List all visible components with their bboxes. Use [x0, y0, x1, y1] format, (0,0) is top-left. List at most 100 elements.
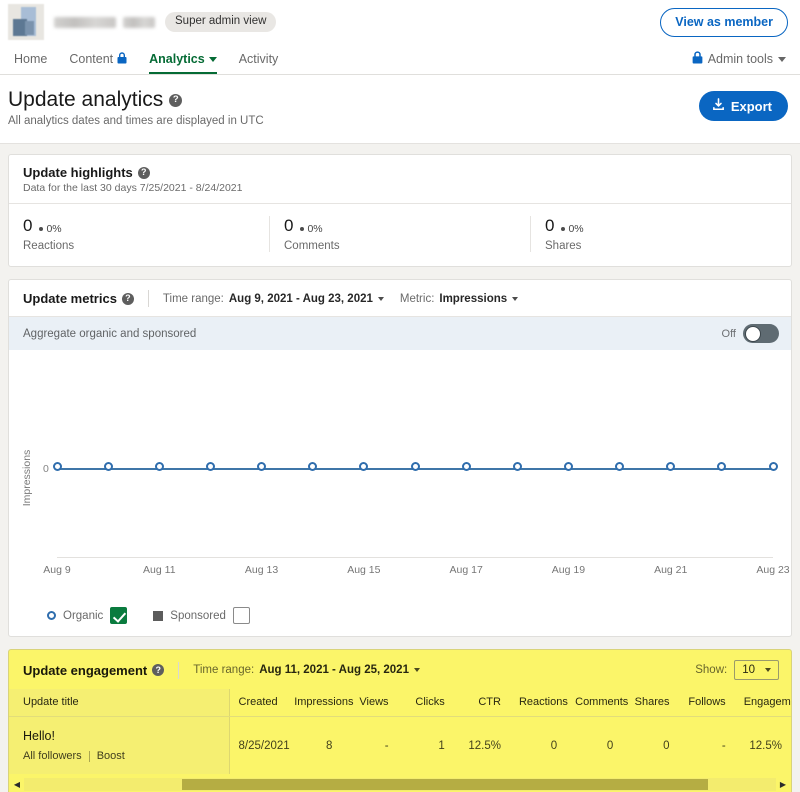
- update-metrics-title-text: Update metrics: [23, 291, 117, 307]
- delta-dot-icon: [300, 227, 305, 232]
- highlights-help-icon[interactable]: ?: [137, 166, 150, 179]
- chart-point[interactable]: [103, 462, 113, 472]
- engagement-table-head: Update title Created Impressions Views C…: [9, 689, 791, 718]
- nav-item-content[interactable]: Content: [58, 44, 138, 74]
- cell-reactions: 0: [550, 739, 558, 752]
- divider: [147, 290, 149, 308]
- organization-name[interactable]: [54, 16, 155, 28]
- chart-point[interactable]: [52, 462, 62, 472]
- column-header-clicks[interactable]: Clicks: [397, 689, 454, 718]
- engagement-header-row: Update title Created Impressions Views C…: [9, 689, 791, 718]
- time-range-value: Aug 9, 2021 - Aug 23, 2021: [228, 292, 373, 305]
- chart-point[interactable]: [410, 462, 420, 472]
- table-row[interactable]: Hello! All followers Boost 8/25/2021 8 -…: [9, 716, 791, 775]
- view-as-member-button[interactable]: View as member: [660, 7, 788, 37]
- scroll-right-arrow-icon[interactable]: ▶: [776, 778, 790, 791]
- stat-reactions: 0 0% Reactions: [9, 216, 269, 252]
- scrollbar-track[interactable]: [24, 777, 776, 791]
- audience-link[interactable]: All followers: [23, 750, 82, 762]
- column-header-engagement-rate[interactable]: Engagement rate: [734, 689, 791, 718]
- organic-checkbox[interactable]: [110, 607, 128, 625]
- chart-point[interactable]: [461, 462, 471, 472]
- metrics-help-icon[interactable]: ?: [121, 292, 134, 305]
- stat-shares: 0 0% Shares: [530, 216, 791, 253]
- chart-x-tick: Aug 11: [143, 564, 176, 577]
- engagement-table: Update title Created Impressions Views C…: [9, 689, 791, 775]
- admin-tools-label: Admin tools: [707, 52, 773, 66]
- cell-comments: 0: [606, 739, 614, 752]
- column-header-update-title[interactable]: Update title: [9, 689, 230, 718]
- super-admin-view-badge: Super admin view: [165, 12, 277, 32]
- page-body: Update highlights ? Data for the last 30…: [0, 144, 800, 792]
- delta-dot-icon: [39, 227, 44, 232]
- sponsored-checkbox[interactable]: [232, 607, 250, 625]
- boost-link[interactable]: Boost: [97, 750, 125, 762]
- nav-item-activity-label: Activity: [238, 52, 279, 66]
- column-header-follows[interactable]: Follows: [678, 689, 735, 718]
- engagement-time-range-value: Aug 11, 2021 - Aug 25, 2021: [259, 664, 409, 677]
- engagement-horizontal-scrollbar[interactable]: ◀ ▶: [9, 777, 791, 791]
- column-header-ctr[interactable]: CTR: [453, 689, 510, 718]
- export-button-label: Export: [730, 98, 772, 114]
- admin-tools-menu[interactable]: Admin tools: [692, 44, 788, 74]
- page-title: Update analytics ?: [8, 87, 264, 113]
- update-engagement-card: Update engagement ? Time range: Aug 11, …: [8, 649, 792, 792]
- show-rows-value: 10: [742, 664, 755, 677]
- legend-sponsored-label: Sponsored: [170, 609, 226, 622]
- highlights-stats: 0 0% Reactions 0 0% Comments 0 0% Shares: [9, 204, 791, 266]
- stat-reactions-label: Reactions: [23, 240, 75, 253]
- export-button[interactable]: Export: [698, 91, 788, 121]
- help-icon[interactable]: ?: [169, 93, 183, 107]
- sponsored-marker-icon: [153, 610, 164, 621]
- stat-reactions-delta: 0%: [39, 223, 62, 235]
- update-highlights-title-text: Update highlights: [23, 165, 133, 181]
- time-range-dropdown[interactable]: Time range: Aug 9, 2021 - Aug 23, 2021: [163, 293, 384, 305]
- chart-x-tick-labels: Aug 9 Aug 11 Aug 13 Aug 15 Aug 17 Aug 19 Aug 2…: [43, 564, 789, 580]
- nav-item-home[interactable]: Home: [10, 44, 58, 74]
- column-header-impressions[interactable]: Impressions: [285, 689, 353, 718]
- column-header-comments[interactable]: Comments: [566, 689, 628, 718]
- chevron-down-icon: [208, 56, 217, 62]
- column-header-shares[interactable]: Shares: [622, 689, 679, 718]
- primary-navigation: Home Content Analytics Activity Admin to…: [0, 44, 800, 75]
- engagement-help-icon[interactable]: ?: [152, 664, 165, 677]
- update-highlights-subtitle: Data for the last 30 days 7/25/2021 - 8/…: [23, 182, 243, 195]
- stat-reactions-value: 0: [23, 216, 33, 236]
- nav-item-content-label: Content: [69, 52, 114, 66]
- chevron-down-icon: [512, 296, 519, 301]
- chart-point[interactable]: [512, 462, 522, 472]
- chart-x-tick: Aug 9: [43, 564, 71, 577]
- scroll-left-arrow-icon[interactable]: ◀: [10, 778, 24, 791]
- aggregate-toggle[interactable]: [743, 324, 779, 344]
- metric-dropdown[interactable]: Metric: Impressions: [399, 292, 519, 305]
- metric-label: Metric:: [399, 292, 435, 305]
- nav-item-home-label: Home: [14, 52, 48, 66]
- organization-logo[interactable]: [8, 4, 44, 40]
- nav-item-activity[interactable]: Activity: [228, 44, 290, 74]
- update-highlights-title: Update highlights ?: [23, 165, 779, 180]
- legend-item-organic[interactable]: Organic: [47, 607, 128, 625]
- chart-point[interactable]: [154, 462, 164, 472]
- stat-comments-delta: 0%: [300, 223, 323, 236]
- legend-item-sponsored[interactable]: Sponsored: [153, 607, 250, 625]
- aggregate-label: Aggregate organic and sponsored: [23, 327, 197, 340]
- stat-comments-delta-text: 0%: [307, 223, 323, 236]
- show-rows-select[interactable]: 10: [734, 660, 779, 681]
- engagement-time-range-dropdown[interactable]: Time range: Aug 11, 2021 - Aug 25, 2021: [193, 664, 420, 676]
- chart-x-tick: Aug 21: [654, 564, 688, 577]
- aggregate-toggle-state-label: Off: [721, 327, 736, 340]
- admin-lock-icon: [692, 51, 703, 67]
- column-header-reactions[interactable]: Reactions: [509, 689, 568, 718]
- update-engagement-title: Update engagement ?: [23, 663, 165, 678]
- column-header-created[interactable]: Created: [229, 689, 286, 718]
- cell-views: -: [384, 739, 389, 752]
- scrollbar-thumb[interactable]: [181, 778, 709, 790]
- lock-icon: [117, 51, 127, 67]
- stat-reactions-value-row: 0 0%: [23, 216, 255, 236]
- update-highlights-card: Update highlights ? Data for the last 30…: [8, 154, 792, 268]
- stat-shares-value: 0: [545, 216, 555, 236]
- update-title-text[interactable]: Hello!: [23, 729, 220, 743]
- chart-point[interactable]: [768, 462, 778, 472]
- stat-shares-delta: 0%: [561, 223, 584, 235]
- nav-item-analytics[interactable]: Analytics: [138, 44, 228, 74]
